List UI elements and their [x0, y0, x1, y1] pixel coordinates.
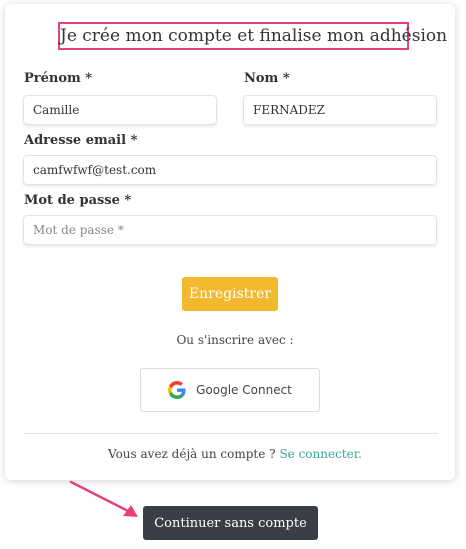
arrow-annotation	[69, 480, 138, 517]
last-name-label: Nom *	[244, 71, 290, 86]
divider	[23, 433, 438, 434]
password-field[interactable]	[23, 215, 437, 245]
or-signup-text: Ou s'inscrire avec :	[176, 333, 294, 347]
google-connect-label: Google Connect	[196, 383, 292, 397]
login-link[interactable]: Se connecter.	[279, 447, 362, 461]
already-account-text: Vous avez déjà un compte ?	[108, 447, 276, 461]
signup-card: Je crée mon compte et finalise mon adhés…	[5, 4, 455, 480]
form-title: Je crée mon compte et finalise mon adhés…	[58, 22, 447, 50]
already-have-account: Vous avez déjà un compte ? Se connecter.	[5, 447, 465, 461]
google-connect-button[interactable]: Google Connect	[140, 368, 320, 412]
first-name-label: Prénom *	[24, 71, 93, 86]
email-label: Adresse email *	[24, 133, 138, 148]
email-field[interactable]	[23, 155, 437, 185]
register-button[interactable]: Enregistrer	[182, 277, 278, 311]
google-icon	[168, 381, 186, 399]
last-name-field[interactable]	[243, 95, 437, 125]
first-name-field[interactable]	[23, 95, 217, 125]
password-label: Mot de passe *	[24, 193, 132, 208]
continue-without-account-button[interactable]: Continuer sans compte	[143, 506, 318, 540]
